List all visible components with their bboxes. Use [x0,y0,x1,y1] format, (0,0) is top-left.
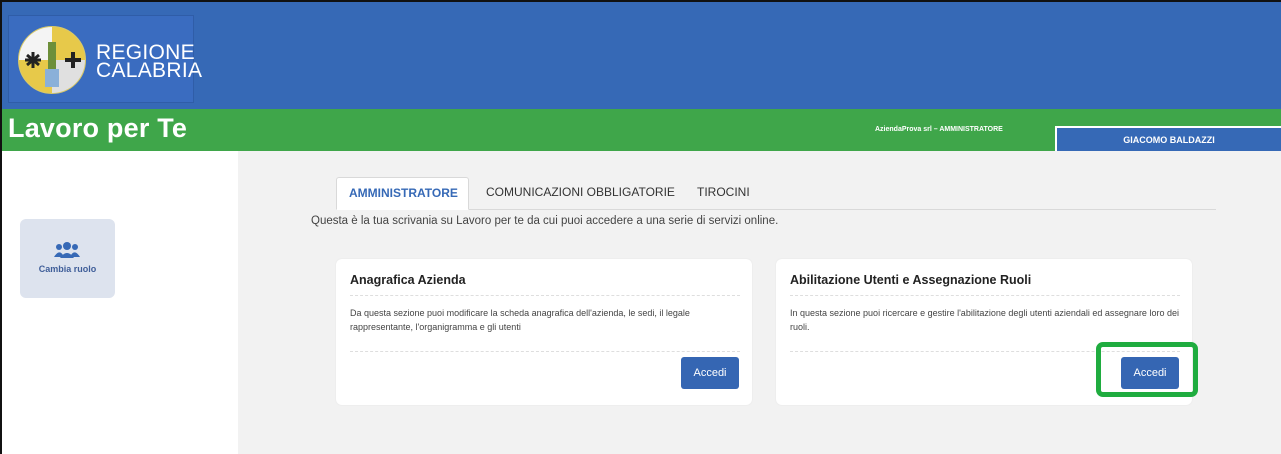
card-anagrafica-azienda: Anagrafica Azienda Da questa sezione puo… [336,259,752,405]
tab-comunicazioni-obbligatorie[interactable]: COMUNICAZIONI OBBLIGATORIE [474,177,687,210]
card-divider [790,295,1180,296]
user-menu-button[interactable]: GIACOMO BALDAZZI [1055,126,1281,154]
users-icon [54,242,80,258]
card-divider [350,351,740,352]
tab-amministratore[interactable]: AMMINISTRATORE [336,177,469,210]
change-role-button[interactable]: Cambia ruolo [20,219,115,298]
card-description: In questa sezione puoi ricercare e gesti… [790,308,1179,332]
sidebar: Cambia ruolo [2,151,238,454]
accedi-anagrafica-button[interactable]: Accedi [681,357,739,389]
change-role-label: Cambia ruolo [38,264,97,274]
coat-of-arms-icon [18,26,86,94]
highlight-frame [1096,342,1198,397]
top-header: REGIONE CALABRIA [2,2,1281,109]
logo-line-2: CALABRIA [96,59,203,82]
intro-text: Questa è la tua scrivania su Lavoro per … [311,215,779,227]
app-title: Lavoro per Te [8,113,188,143]
regione-calabria-logo[interactable]: REGIONE CALABRIA [8,15,202,103]
tab-tirocini[interactable]: TIROCINI [685,177,762,210]
card-divider [350,295,740,296]
app-bar: Lavoro per Te AziendaProva srl – AMMINIS… [2,109,1281,154]
card-title: Abilitazione Utenti e Assegnazione Ruoli [790,273,1032,287]
card-description: Da questa sezione puoi modificare la sch… [350,308,690,332]
main-content: AMMINISTRATORE COMUNICAZIONI OBBLIGATORI… [238,151,1281,454]
card-title: Anagrafica Azienda [350,273,466,287]
logo-text: REGIONE CALABRIA [96,42,203,82]
org-info: AziendaProva srl – AMMINISTRATORE [875,126,1003,133]
tab-bar: AMMINISTRATORE COMUNICAZIONI OBBLIGATORI… [336,173,1216,210]
